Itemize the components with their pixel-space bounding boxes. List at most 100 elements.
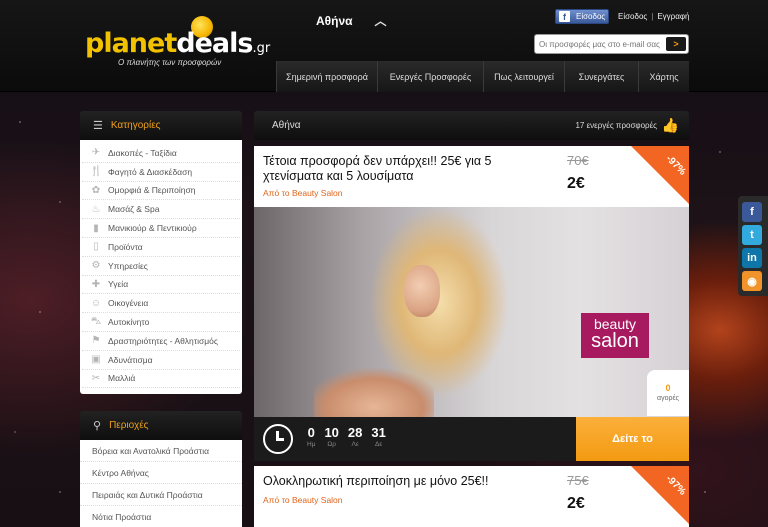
- discount-label: -97%: [663, 153, 688, 178]
- twitter-icon[interactable]: t: [742, 225, 762, 245]
- category-item[interactable]: ▣ Αδυνάτισμα: [82, 351, 240, 370]
- category-label: Ομορφιά & Περιποίηση: [108, 185, 196, 196]
- map-pin-icon: ⚲: [93, 420, 102, 432]
- sold-counter: 0 αγορές: [647, 370, 689, 416]
- facebook-login-button[interactable]: f Είσοδος: [555, 9, 609, 24]
- deal-merchant[interactable]: Από το Beauty Salon: [263, 188, 343, 198]
- areas-panel: ⚲ Περιοχές Βόρεια και Ανατολικά Προάστια…: [80, 411, 242, 527]
- category-item[interactable]: ▮ Μανικιούρ & Πεντικιούρ: [82, 219, 240, 238]
- logo-main: planet: [85, 28, 177, 59]
- health-icon: ✚: [91, 278, 101, 290]
- sold-count: 0: [665, 383, 671, 393]
- linkedin-icon[interactable]: in: [742, 248, 762, 268]
- family-icon: ☺: [90, 297, 102, 309]
- category-label: Δραστηριότητες - Αθλητισμός: [108, 335, 218, 346]
- category-item[interactable]: ✈ Διακοπές - Ταξίδια: [82, 144, 240, 163]
- area-list: Βόρεια και Ανατολικά Προάστια Κέντρο Αθή…: [80, 440, 242, 527]
- area-item[interactable]: Νότια Προάστια: [80, 506, 242, 527]
- site-header: planetdeals.gr Ο πλανήτης των προσφορών …: [0, 0, 768, 92]
- clock-icon: [263, 424, 293, 454]
- category-label: Υγεία: [108, 279, 129, 290]
- category-label: Μαλλιά: [108, 373, 136, 384]
- logo-tld: .gr: [252, 41, 271, 56]
- auth-links: Είσοδος | Εγγραφή: [618, 12, 690, 21]
- see-deal-button[interactable]: Δείτε το: [576, 417, 689, 461]
- register-link[interactable]: Εγγραφή: [657, 12, 689, 21]
- old-price: 70€: [567, 153, 589, 168]
- rss-icon[interactable]: ◉: [742, 271, 762, 291]
- new-price: 2€: [567, 495, 585, 512]
- category-item[interactable]: ✚ Υγεία: [82, 276, 240, 295]
- category-label: Μασάζ & Spa: [108, 204, 160, 215]
- category-item[interactable]: 🍴 Φαγητό & Διασκέδαση: [82, 163, 240, 182]
- email-input[interactable]: [535, 35, 661, 53]
- subscribe-button[interactable]: >: [666, 37, 686, 51]
- category-label: Φαγητό & Διασκέδαση: [108, 166, 193, 177]
- site-logo[interactable]: planetdeals.gr Ο πλανήτης των προσφορών: [85, 16, 270, 67]
- countdown-timer: 0 Ημ 10 Ωρ 28 Λε 31 Δε: [307, 425, 386, 449]
- timer-seconds: 31: [371, 425, 386, 440]
- discount-ribbon: -97%: [631, 146, 689, 204]
- spa-icon: ♨: [91, 203, 101, 215]
- area-item[interactable]: Πειραιάς και Δυτικά Προάστια: [80, 484, 242, 506]
- main-nav: Σημερινή προσφορά Ενεργές Προσφορές Πως …: [276, 61, 689, 92]
- nav-partners[interactable]: Συνεργάτες: [564, 61, 638, 92]
- nav-active-deals[interactable]: Ενεργές Προσφορές: [377, 61, 483, 92]
- deal-card: Τέτοια προσφορά δεν υπάρχει!! 25€ για 5 …: [254, 146, 689, 461]
- logo-tagline: Ο πλανήτης των προσφορών: [118, 58, 222, 67]
- discount-label: -97%: [663, 473, 688, 498]
- scale-icon: ▣: [91, 354, 101, 366]
- beauty-icon: ✿: [91, 184, 101, 196]
- category-label: Αδυνάτισμα: [108, 354, 153, 365]
- category-label: Μανικιούρ & Πεντικιούρ: [108, 223, 197, 234]
- gear-icon: ⚙: [91, 260, 101, 272]
- category-label: Αυτοκίνητο: [108, 317, 150, 328]
- category-item[interactable]: ✿ Ομορφιά & Περιποίηση: [82, 182, 240, 201]
- nav-how-it-works[interactable]: Πως λειτουργεί: [483, 61, 564, 92]
- car-icon: ⛍: [90, 315, 102, 327]
- sold-label: αγορές: [657, 395, 679, 402]
- active-deals-count[interactable]: 17 ενεργές προσφορές: [575, 121, 657, 130]
- deal-image[interactable]: beauty salon 0 αγορές: [254, 207, 689, 417]
- category-item[interactable]: ⚙ Υπηρεσίες: [82, 257, 240, 276]
- social-share-bar: f t in ◉: [738, 196, 768, 296]
- area-item[interactable]: Βόρεια και Ανατολικά Προάστια: [80, 440, 242, 462]
- category-item[interactable]: ♨ Μασάζ & Spa: [82, 200, 240, 220]
- facebook-icon[interactable]: f: [742, 202, 762, 222]
- bottle-icon: ▯: [93, 241, 99, 253]
- category-item[interactable]: ✂ Μαλλιά: [82, 370, 240, 389]
- category-label: Οικογένεια: [108, 298, 149, 309]
- category-item[interactable]: ⛍ Αυτοκίνητο: [82, 313, 240, 332]
- category-list: ✈ Διακοπές - Ταξίδια 🍴 Φαγητό & Διασκέδαση ✿…: [80, 140, 242, 395]
- nav-today-deal[interactable]: Σημερινή προσφορά: [276, 61, 377, 92]
- cutlery-icon: 🍴: [90, 166, 103, 178]
- timer-minutes: 28: [347, 425, 363, 440]
- login-link[interactable]: Είσοδος: [618, 12, 647, 21]
- category-item[interactable]: ☺ Οικογένεια: [82, 294, 240, 314]
- deal-action-bar: 0 Ημ 10 Ωρ 28 Λε 31 Δε Δείτε το: [254, 417, 689, 461]
- city-selector[interactable]: Αθήνα ︿: [316, 12, 387, 29]
- timer-hours: 10: [324, 425, 339, 440]
- chevron-up-icon: ︿: [374, 14, 387, 28]
- deal-title[interactable]: Τέτοια προσφορά δεν υπάρχει!! 25€ για 5 …: [263, 154, 533, 184]
- facebook-icon: f: [559, 11, 570, 22]
- city-name: Αθήνα: [316, 13, 353, 28]
- category-label: Διακοπές - Ταξίδια: [108, 147, 177, 158]
- nav-map[interactable]: Χάρτης: [638, 61, 689, 92]
- categories-panel: ☰ Κατηγορίες ✈ Διακοπές - Ταξίδια 🍴 Φαγητό …: [80, 111, 242, 395]
- category-label: Προϊόντα: [108, 241, 143, 252]
- thumbs-up-icon: 👍: [661, 117, 679, 133]
- category-label: Υπηρεσίες: [108, 260, 148, 271]
- new-price: 2€: [567, 175, 585, 192]
- category-item[interactable]: ⚑ Δραστηριότητες - Αθλητισμός: [82, 332, 240, 351]
- old-price: 75€: [567, 473, 589, 488]
- categories-title: Κατηγορίες: [110, 120, 161, 131]
- list-icon: ☰: [93, 120, 103, 132]
- category-item[interactable]: ▯ Προϊόντα: [82, 238, 240, 257]
- area-item[interactable]: Κέντρο Αθήνας: [80, 462, 242, 484]
- timer-days: 0: [307, 425, 315, 440]
- deal-merchant[interactable]: Από το Beauty Salon: [263, 495, 343, 505]
- nail-polish-icon: ▮: [93, 222, 99, 234]
- discount-ribbon: -97%: [631, 466, 689, 524]
- deal-title[interactable]: Ολοκληρωτική περιποίηση με μόνο 25€!!: [263, 474, 533, 489]
